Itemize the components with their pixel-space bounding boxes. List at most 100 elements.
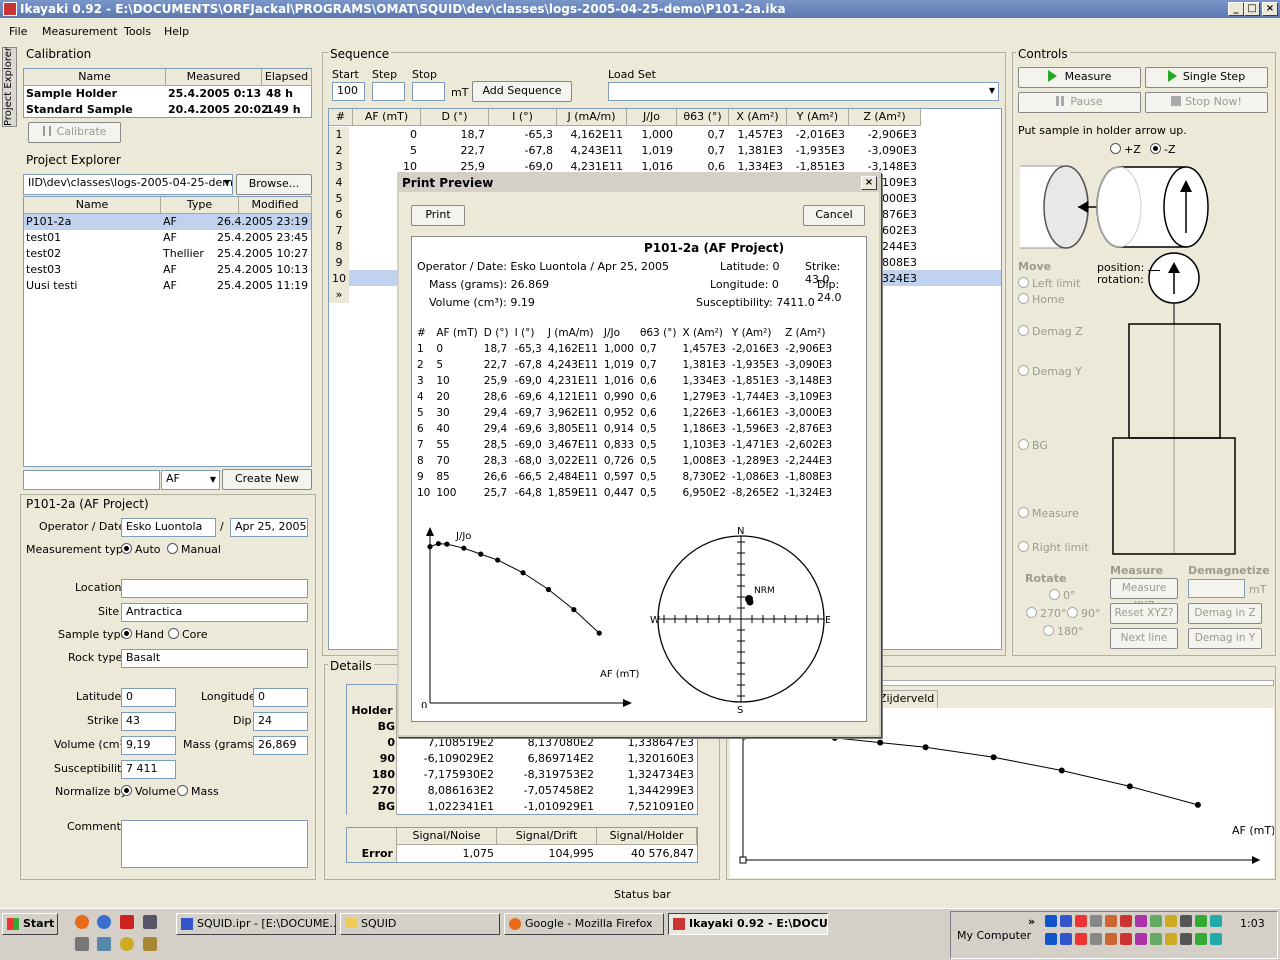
tray-icon[interactable] <box>1195 933 1207 945</box>
browse-button[interactable]: Browse... <box>236 174 312 195</box>
volume-field[interactable]: 9,19 <box>121 736 176 755</box>
bg-radio[interactable]: BG <box>1018 439 1048 452</box>
tray-icon[interactable] <box>1075 915 1087 927</box>
cal-name[interactable]: Sample Holder <box>26 86 117 102</box>
rotate-0-radio[interactable]: 0° <box>1049 589 1076 602</box>
measure-xyz-button[interactable]: Measure XYZ <box>1110 578 1178 612</box>
seq-cell[interactable]: 1,000 <box>627 127 674 143</box>
tray-icon[interactable] <box>1165 915 1177 927</box>
seq-col-header[interactable]: J/Jo <box>627 109 677 126</box>
demag-y-radio[interactable]: Demag Y <box>1018 365 1082 378</box>
tray-icon[interactable] <box>1105 915 1117 927</box>
measure-position-radio[interactable]: Measure <box>1018 507 1079 520</box>
col-modified[interactable]: Modified <box>239 197 312 214</box>
menu-tools[interactable]: Tools <box>124 25 151 38</box>
pause-button[interactable]: Pause <box>1018 92 1141 113</box>
task-squid-folder[interactable]: SQUID <box>340 913 500 935</box>
seq-cell[interactable]: 1,457E3 <box>729 127 783 143</box>
rock-type-field[interactable]: Basalt <box>121 649 308 668</box>
tray-icon[interactable] <box>1105 933 1117 945</box>
seq-cell[interactable]: 22,7 <box>421 143 486 159</box>
cal-name[interactable]: Standard Sample <box>26 102 133 118</box>
home-radio[interactable]: Home <box>1018 293 1064 306</box>
cancel-button[interactable]: Cancel <box>803 205 865 226</box>
maximize-button[interactable]: □ <box>1244 2 1260 16</box>
project-name[interactable]: P101-2a <box>26 214 71 230</box>
tray-icon[interactable] <box>1090 915 1102 927</box>
tray-icon[interactable] <box>1135 933 1147 945</box>
right-limit-radio[interactable]: Right limit <box>1018 541 1089 554</box>
project-name[interactable]: test03 <box>26 262 61 278</box>
new-project-type[interactable]: AF ▼ <box>161 470 220 490</box>
hand-radio[interactable]: Hand <box>121 628 164 641</box>
menu-help[interactable]: Help <box>164 25 189 38</box>
col-name[interactable]: Name <box>24 69 166 86</box>
seq-row-number[interactable]: 6 <box>329 207 349 223</box>
add-sequence-button[interactable]: Add Sequence <box>472 81 572 102</box>
dip-field[interactable]: 24 <box>253 712 308 731</box>
tool-icon[interactable] <box>75 937 89 951</box>
tray-icon[interactable] <box>1045 933 1057 945</box>
seq-col-header[interactable]: I (°) <box>489 109 557 126</box>
seq-row-number[interactable]: 4 <box>329 175 349 191</box>
tray-icon[interactable] <box>1075 933 1087 945</box>
rotate-270-radio[interactable]: 270° <box>1026 607 1067 620</box>
tray-icon[interactable] <box>1210 915 1222 927</box>
operator-field[interactable]: Esko Luontola <box>121 518 216 537</box>
project-name[interactable]: test02 <box>26 246 61 262</box>
network-icon[interactable] <box>143 915 157 929</box>
seq-cell[interactable]: 18,7 <box>421 127 486 143</box>
menu-measurement[interactable]: Measurement <box>42 25 118 38</box>
rotate-180-radio[interactable]: 180° <box>1043 625 1084 638</box>
opera-icon[interactable] <box>120 915 134 929</box>
strike-field[interactable]: 43 <box>121 712 176 731</box>
tray-icon[interactable] <box>1135 915 1147 927</box>
seq-cell[interactable]: 4,243E11 <box>557 143 623 159</box>
col-type[interactable]: Type <box>161 197 239 214</box>
media-icon[interactable] <box>120 937 134 951</box>
manual-radio[interactable]: Manual <box>167 543 221 556</box>
seq-row-number[interactable]: 7 <box>329 223 349 239</box>
mass-field[interactable]: 26,869 <box>253 736 308 755</box>
susceptibility-field[interactable]: 7 411 <box>121 760 176 779</box>
tray-icon[interactable] <box>1180 933 1192 945</box>
demag-z-radio[interactable]: Demag Z <box>1018 325 1083 338</box>
auto-radio[interactable]: Auto <box>121 543 161 556</box>
task-squid-ipr[interactable]: SQUID.ipr - [E:\DOCUME... <box>176 913 336 935</box>
seq-cell[interactable]: -3,090E3 <box>849 143 917 159</box>
seq-col-header[interactable]: D (°) <box>421 109 489 126</box>
tray-icon[interactable] <box>1180 915 1192 927</box>
tray-icon[interactable] <box>1150 915 1162 927</box>
browser-icon[interactable] <box>97 915 111 929</box>
seq-cell[interactable]: -2,906E3 <box>849 127 917 143</box>
my-computer-label[interactable]: My Computer <box>957 929 1031 942</box>
directory-combo[interactable]: IID\dev\classes\logs-2005-04-25-demo ▼ <box>23 174 233 195</box>
project-name[interactable]: test01 <box>26 230 61 246</box>
create-new-button[interactable]: Create New <box>222 469 312 490</box>
seq-col-header[interactable]: Y (Am²) <box>787 109 849 126</box>
single-step-button[interactable]: Single Step <box>1145 67 1268 88</box>
tab-zijderveld[interactable]: Zijderveld <box>876 690 938 708</box>
seq-col-header[interactable]: # <box>329 109 353 126</box>
tray-icon[interactable] <box>1045 915 1057 927</box>
seq-cell[interactable]: 0 <box>353 127 417 143</box>
comments-field[interactable] <box>121 820 308 868</box>
seq-col-header[interactable]: J (mA/m) <box>557 109 627 126</box>
print-button[interactable]: Print <box>411 205 465 226</box>
tray-icon[interactable] <box>1120 933 1132 945</box>
menu-file[interactable]: File <box>9 25 27 38</box>
seq-cell[interactable]: 1,381E3 <box>729 143 783 159</box>
location-field[interactable] <box>121 579 308 598</box>
firefox-icon[interactable] <box>75 915 89 929</box>
seq-row-number[interactable]: 5 <box>329 191 349 207</box>
seq-cell[interactable]: 5 <box>353 143 417 159</box>
site-field[interactable]: Antractica <box>121 603 308 622</box>
core-radio[interactable]: Core <box>168 628 207 641</box>
seq-cell[interactable]: 0,7 <box>677 143 726 159</box>
demag-amplitude-field[interactable] <box>1188 579 1245 598</box>
latitude-field[interactable]: 0 <box>121 688 176 707</box>
seq-cell[interactable]: 0,7 <box>677 127 726 143</box>
tray-icon[interactable] <box>1210 933 1222 945</box>
task-ikayaki[interactable]: Ikayaki 0.92 - E:\DOCU... <box>668 913 828 935</box>
stop-now-button[interactable]: Stop Now! <box>1145 92 1268 113</box>
